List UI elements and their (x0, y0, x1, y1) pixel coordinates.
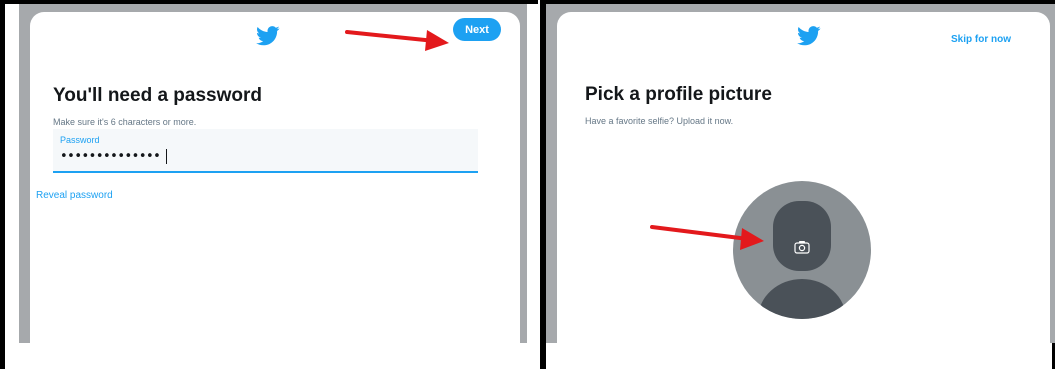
page-title: You'll need a password (53, 85, 262, 106)
profile-picture-hint: Have a favorite selfie? Upload it now. (585, 116, 734, 126)
page-title: Pick a profile picture (585, 84, 772, 105)
password-hint: Make sure it's 6 characters or more. (53, 117, 197, 127)
avatar-body-silhouette (758, 279, 846, 319)
red-arrow-annotation (345, 30, 449, 51)
twitter-bird-icon (256, 26, 280, 46)
password-step-panel: Next You'll need a password Make sure it… (0, 0, 538, 369)
profile-picture-dialog: Skip for now Pick a profile picture Have… (557, 12, 1050, 343)
modal-backdrop: Next You'll need a password Make sure it… (19, 4, 527, 343)
modal-backdrop: Skip for now Pick a profile picture Have… (546, 4, 1055, 343)
password-field[interactable]: Password •••••••••••••• (53, 129, 478, 173)
password-field-label: Password (60, 135, 100, 145)
camera-icon[interactable] (794, 240, 810, 254)
next-button[interactable]: Next (453, 18, 501, 41)
twitter-bird-icon (797, 26, 821, 46)
text-caret (166, 149, 167, 164)
password-dialog: Next You'll need a password Make sure it… (30, 12, 520, 343)
avatar-head-silhouette (773, 201, 831, 271)
reveal-password-link[interactable]: Reveal password (36, 190, 113, 201)
profile-picture-step-panel: Skip for now Pick a profile picture Have… (540, 0, 1055, 369)
red-arrow-annotation (650, 225, 764, 250)
skip-for-now-link[interactable]: Skip for now (951, 34, 1011, 45)
password-field-value[interactable]: •••••••••••••• (60, 149, 161, 164)
